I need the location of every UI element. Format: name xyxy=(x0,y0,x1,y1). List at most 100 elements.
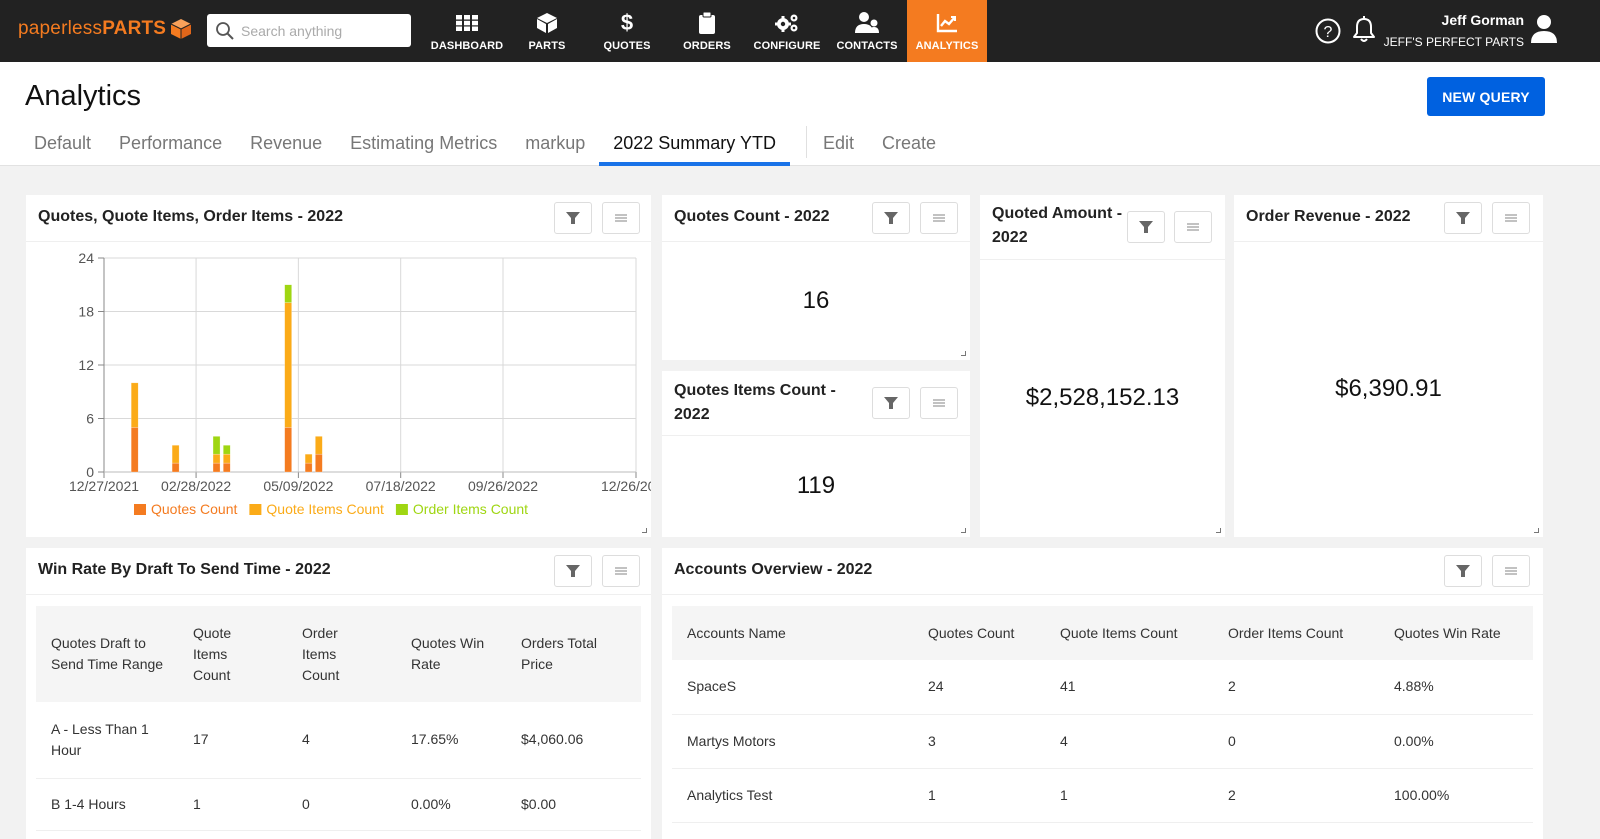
search-box[interactable] xyxy=(207,14,411,47)
resize-handle[interactable] xyxy=(961,351,966,356)
table-row[interactable]: SpaceS 24 41 2 4.88% xyxy=(672,660,1533,715)
table-cell: 2 xyxy=(1228,768,1394,823)
column-header[interactable]: Quote Items Count xyxy=(1060,606,1228,660)
menu-button[interactable] xyxy=(602,555,640,587)
menu-button[interactable] xyxy=(1492,555,1530,587)
y-tick-label: 12 xyxy=(78,357,94,373)
nav-item-parts[interactable]: PARTS xyxy=(507,0,587,62)
quoted-amount-card: Quoted Amount - 2022 $2,528,152.13 xyxy=(980,195,1225,537)
logo[interactable]: paperless PARTS xyxy=(18,18,192,40)
table-cell: 0.00% xyxy=(411,778,521,831)
column-header[interactable]: Quotes Draft to Send Time Range xyxy=(36,606,193,702)
user-name[interactable]: Jeff Gorman xyxy=(1442,12,1524,28)
table-row[interactable]: Martys Motors 3 4 0 0.00% xyxy=(672,714,1533,769)
column-header[interactable]: Order Items Count xyxy=(1228,606,1394,660)
menu-icon xyxy=(933,399,945,407)
menu-button[interactable] xyxy=(602,202,640,234)
filter-icon xyxy=(884,212,898,224)
filter-button[interactable] xyxy=(872,387,910,419)
bar-segment-quotes-count xyxy=(130,427,139,473)
edit-link[interactable]: Edit xyxy=(817,124,868,162)
table-header-row: Quotes Draft to Send Time Range Quote Item… xyxy=(36,606,641,702)
nav-item-configure[interactable]: CONFIGURE xyxy=(747,0,827,62)
menu-button[interactable] xyxy=(1174,211,1212,243)
bar-segment-quote-items-count xyxy=(130,382,139,428)
filter-button[interactable] xyxy=(1444,555,1482,587)
tab-performance[interactable]: Performance xyxy=(105,124,236,162)
table-row: B 1-4 Hours 1 0 0.00% $0.00 xyxy=(36,778,641,831)
column-header[interactable]: Orders Total Price xyxy=(521,606,641,702)
resize-handle[interactable] xyxy=(1216,528,1221,533)
column-header[interactable]: Quotes Win Rate xyxy=(411,606,521,702)
cube-logo-icon xyxy=(170,19,192,39)
main-nav: DASHBOARD PARTS $ QUOTES ORDERS CONFIGUR… xyxy=(427,0,987,62)
header-line: Items xyxy=(302,645,337,662)
x-tick-label: 12/27/2021 xyxy=(69,478,139,494)
resize-handle[interactable] xyxy=(1534,528,1539,533)
card-header: Accounts Overview - 2022 xyxy=(662,548,1543,595)
bar-segment-quotes-count xyxy=(212,462,221,473)
menu-button[interactable] xyxy=(1492,202,1530,234)
bell-icon[interactable] xyxy=(1352,16,1376,49)
tab-default[interactable]: Default xyxy=(20,124,105,162)
cell-line: A - Less Than 1 xyxy=(51,720,149,737)
card-header: Quotes Count - 2022 xyxy=(662,195,970,242)
column-header[interactable]: Quotes Win Rate xyxy=(1394,606,1533,660)
column-header[interactable]: Quotes Count xyxy=(928,606,1060,660)
nav-item-dashboard[interactable]: DASHBOARD xyxy=(427,0,507,62)
help-icon[interactable]: ? xyxy=(1314,17,1342,50)
card-header: Quotes, Quote Items, Order Items - 2022 xyxy=(26,195,651,242)
filter-button[interactable] xyxy=(1127,211,1165,243)
filter-button[interactable] xyxy=(554,202,592,234)
win-rate-card: Win Rate By Draft To Send Time - 2022 Qu… xyxy=(26,548,651,839)
search-input[interactable] xyxy=(241,22,401,39)
table-cell: 4.88% xyxy=(1394,660,1533,715)
table-cell: $0.00 xyxy=(521,778,641,831)
resize-handle[interactable] xyxy=(642,528,647,533)
chart-line-icon xyxy=(936,11,958,35)
tab-revenue[interactable]: Revenue xyxy=(236,124,336,162)
menu-icon xyxy=(615,214,627,222)
table-cell: $4,060.06 xyxy=(521,702,641,779)
user-avatar-icon[interactable] xyxy=(1530,14,1558,49)
table-cell: 1 xyxy=(1060,768,1228,823)
bar-segment-quotes-count xyxy=(284,427,292,473)
logo-text-light: paperless xyxy=(18,18,103,39)
table-row[interactable]: Analytics Test 1 1 2 100.00% xyxy=(672,768,1533,823)
table-cell: Martys Motors xyxy=(672,714,928,769)
tab-estimating-metrics[interactable]: Estimating Metrics xyxy=(336,124,511,162)
header-line: Quotes Draft to xyxy=(51,635,146,651)
nav-item-quotes[interactable]: $ QUOTES xyxy=(587,0,667,62)
nav-item-analytics[interactable]: ANALYTICS xyxy=(907,0,987,62)
create-link[interactable]: Create xyxy=(868,124,950,162)
menu-button[interactable] xyxy=(920,202,958,234)
resize-handle[interactable] xyxy=(961,528,966,533)
menu-icon xyxy=(615,567,627,575)
table-cell: 0 xyxy=(302,778,411,831)
card-title: Order Revenue - 2022 xyxy=(1246,208,1411,225)
win-rate-table: Quotes Draft to Send Time Range Quote Item… xyxy=(36,606,641,831)
new-query-button[interactable]: NEW QUERY xyxy=(1427,77,1545,116)
column-header[interactable]: Accounts Name xyxy=(672,606,928,660)
tab-2022-summary-ytd[interactable]: 2022 Summary YTD xyxy=(599,124,790,166)
clipboard-icon xyxy=(698,11,716,35)
table-cell: 24 xyxy=(928,660,1060,715)
filter-button[interactable] xyxy=(554,555,592,587)
column-header[interactable]: Quote Items Count xyxy=(193,606,302,702)
filter-icon xyxy=(1139,221,1153,233)
tab-markup[interactable]: markup xyxy=(511,124,599,162)
legend-label: Quotes Count xyxy=(151,501,237,517)
filter-button[interactable] xyxy=(872,202,910,234)
card-title: Quoted Amount - 2022 xyxy=(992,202,1122,250)
column-header[interactable]: Order Items Count xyxy=(302,606,411,702)
menu-button[interactable] xyxy=(920,387,958,419)
nav-label: CONFIGURE xyxy=(753,39,821,52)
menu-icon xyxy=(933,214,945,222)
nav-item-contacts[interactable]: CONTACTS xyxy=(827,0,907,62)
quote-items-count-card: Quotes Items Count - 2022 119 xyxy=(662,371,970,537)
nav-item-orders[interactable]: ORDERS xyxy=(667,0,747,62)
filter-icon xyxy=(566,212,580,224)
menu-icon xyxy=(1187,223,1199,231)
filter-button[interactable] xyxy=(1444,202,1482,234)
logo-text-bold: PARTS xyxy=(102,18,167,39)
